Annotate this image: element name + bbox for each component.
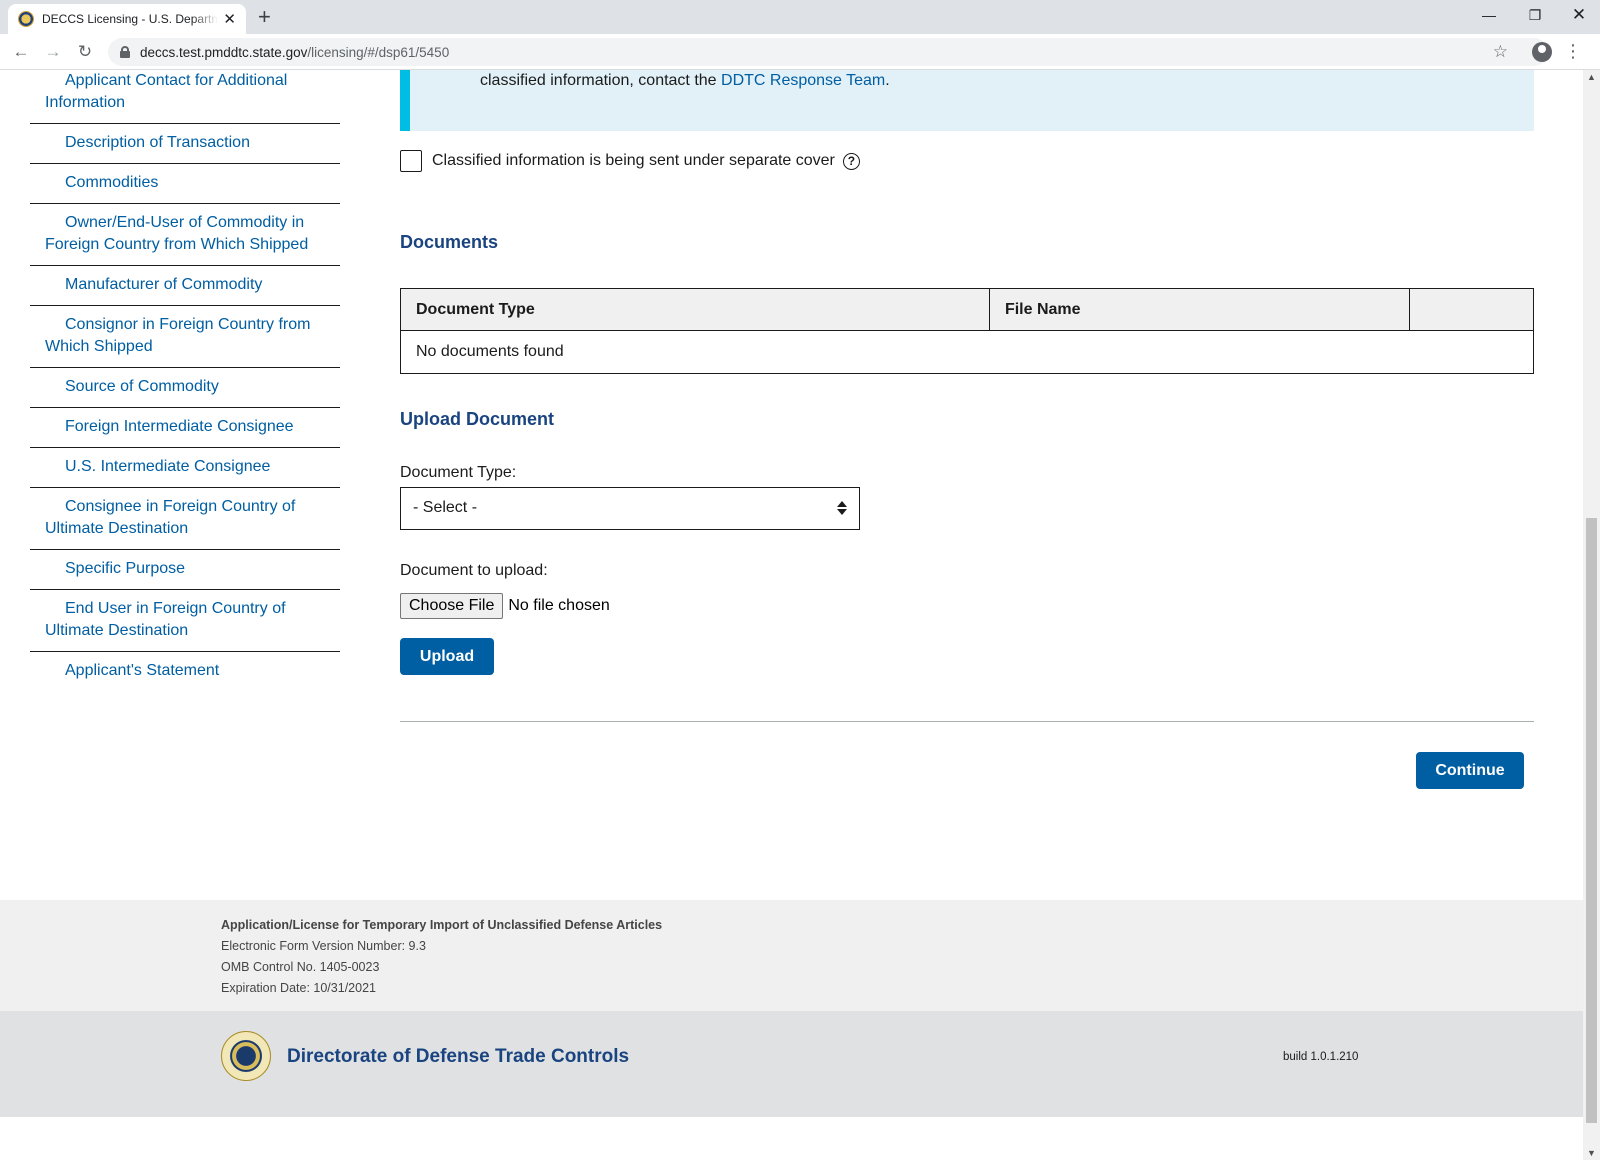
column-header-document-type: Document Type <box>400 288 990 331</box>
sidenav-item-manufacturer[interactable]: Manufacturer of Commodity <box>30 266 340 306</box>
choose-file-button[interactable]: Choose File <box>400 593 504 619</box>
reload-icon[interactable]: ↻ <box>72 39 98 65</box>
vertical-scrollbar[interactable]: ▲ ▼ <box>1583 70 1600 1160</box>
sidenav-item-end-user[interactable]: End User in Foreign Country of Ultimate … <box>30 590 340 652</box>
agency-name[interactable]: Directorate of Defense Trade Controls <box>287 1046 629 1068</box>
ddtc-response-team-link[interactable]: DDTC Response Team <box>721 72 885 89</box>
document-type-selected-value: - Select - <box>413 499 478 516</box>
page-viewport: Applicant Contact for Additional Informa… <box>0 70 1583 1160</box>
profile-icon[interactable] <box>1532 42 1552 62</box>
sidenav-item-commodities[interactable]: Commodities <box>30 164 340 204</box>
sidenav-item-owner-end-user[interactable]: Owner/End-User of Commodity in Foreign C… <box>30 204 340 266</box>
classified-checkbox-label[interactable]: Classified information is being sent und… <box>432 152 835 170</box>
url-path: /licensing/#/dsp61/5450 <box>307 44 450 60</box>
continue-button[interactable]: Continue <box>1416 752 1524 789</box>
restore-icon[interactable]: ❐ <box>1512 0 1558 30</box>
documents-heading: Documents <box>400 232 499 252</box>
kebab-menu-icon[interactable]: ⋮ <box>1564 40 1582 62</box>
file-status-text: No file chosen <box>508 597 610 614</box>
forward-icon[interactable]: → <box>40 39 66 65</box>
documents-table: Document Type File Name No documents fou… <box>400 288 1534 374</box>
bookmark-star-icon[interactable]: ☆ <box>1493 42 1508 62</box>
table-header-row: Document Type File Name <box>400 288 1534 331</box>
section-divider <box>400 721 1534 722</box>
select-caret-icon <box>837 500 847 516</box>
empty-table-message: No documents found <box>400 330 1534 374</box>
url-host: deccs.test.pmddtc.state.gov <box>140 44 308 60</box>
column-header-file-name: File Name <box>988 288 1411 331</box>
side-navigation: Applicant Contact for Additional Informa… <box>30 70 340 691</box>
info-alert: classified information, contact the DDTC… <box>400 70 1534 131</box>
document-type-label: Document Type: <box>400 464 517 481</box>
form-version: Electronic Form Version Number: 9.3 <box>221 939 426 953</box>
browser-toolbar: ← → ↻ deccs.test.pmddtc.state.gov/licens… <box>0 34 1600 70</box>
new-tab-button[interactable]: + <box>258 4 271 30</box>
upload-document-heading: Upload Document <box>400 409 555 429</box>
expiration-date: Expiration Date: 10/31/2021 <box>221 981 376 995</box>
document-type-select[interactable]: - Select - <box>400 487 860 530</box>
window-close-icon[interactable]: ✕ <box>1558 0 1600 30</box>
document-to-upload-label: Document to upload: <box>400 562 548 579</box>
scroll-down-arrow-icon[interactable]: ▼ <box>1587 1148 1596 1158</box>
browser-tabbar: DECCS Licensing - U.S. Department of Sta… <box>0 0 1600 34</box>
ddtc-seal-logo <box>221 1031 271 1081</box>
tab-title: DECCS Licensing - U.S. Department of Sta… <box>42 12 218 26</box>
build-number: build 1.0.1.210 <box>1283 1051 1359 1063</box>
scroll-up-arrow-icon[interactable]: ▲ <box>1587 72 1596 82</box>
sidenav-item-description-of-transaction[interactable]: Description of Transaction <box>30 124 340 164</box>
form-title: Application/License for Temporary Import… <box>221 918 663 932</box>
minimize-icon[interactable]: — <box>1466 0 1512 30</box>
form-info-footer: Application/License for Temporary Import… <box>0 900 1583 1011</box>
sidenav-item-specific-purpose[interactable]: Specific Purpose <box>30 550 340 590</box>
address-bar[interactable]: deccs.test.pmddtc.state.gov/licensing/#/… <box>108 38 1548 66</box>
upload-button[interactable]: Upload <box>400 638 494 675</box>
lock-icon[interactable] <box>120 46 130 58</box>
sidenav-item-applicant-contact[interactable]: Applicant Contact for Additional Informa… <box>30 70 340 124</box>
help-icon[interactable]: ? <box>842 152 860 170</box>
file-input: Choose File No file chosen <box>400 593 610 619</box>
tab-close-icon[interactable]: ✕ <box>223 10 236 28</box>
omb-control-number: OMB Control No. 1405-0023 <box>221 960 380 974</box>
seal-favicon-icon <box>18 11 34 27</box>
sidenav-item-consignee-foreign[interactable]: Consignee in Foreign Country of Ultimate… <box>30 488 340 550</box>
scrollbar-thumb[interactable] <box>1586 518 1597 1123</box>
sidenav-item-consignor[interactable]: Consignor in Foreign Country from Which … <box>30 306 340 368</box>
browser-tab[interactable]: DECCS Licensing - U.S. Department of Sta… <box>8 4 246 34</box>
sidenav-item-applicants-statement[interactable]: Applicant's Statement <box>30 652 340 691</box>
classified-checkbox[interactable] <box>400 150 422 172</box>
sidenav-item-foreign-intermediate-consignee[interactable]: Foreign Intermediate Consignee <box>30 408 340 448</box>
alert-text: classified information, contact the DDTC… <box>480 72 890 90</box>
agency-footer: Directorate of Defense Trade Controls bu… <box>0 1011 1583 1117</box>
sidenav-item-source-of-commodity[interactable]: Source of Commodity <box>30 368 340 408</box>
classified-checkbox-row: Classified information is being sent und… <box>400 150 860 172</box>
back-icon[interactable]: ← <box>8 39 34 65</box>
table-row: No documents found <box>400 330 1534 374</box>
sidenav-item-us-intermediate-consignee[interactable]: U.S. Intermediate Consignee <box>30 448 340 488</box>
alert-text-prefix: classified information, contact the <box>480 72 722 89</box>
url-text[interactable]: deccs.test.pmddtc.state.gov/licensing/#/… <box>140 45 449 60</box>
alert-text-suffix: . <box>885 72 890 89</box>
column-header-actions <box>1409 288 1534 331</box>
